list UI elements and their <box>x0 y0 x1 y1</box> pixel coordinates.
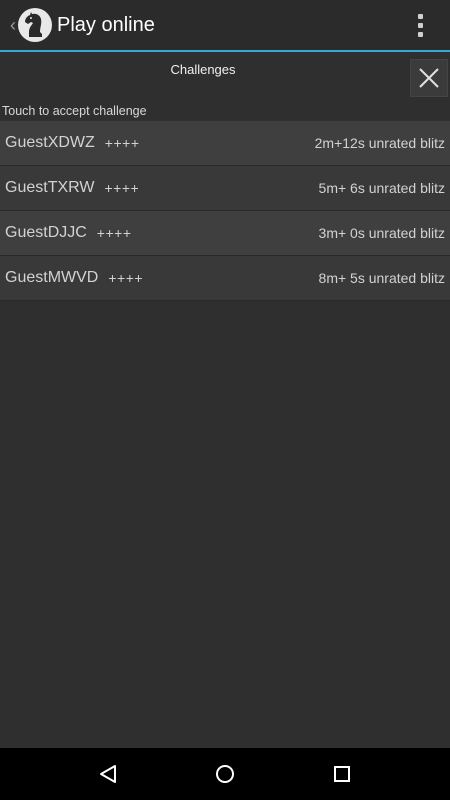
challenger-rating: ++++ <box>108 270 144 286</box>
hint-text: Touch to accept challenge <box>2 104 147 118</box>
list-item[interactable]: GuestXDWZ ++++ 2m+12s unrated blitz <box>0 121 450 166</box>
list-item[interactable]: GuestTXRW ++++ 5m+ 6s unrated blitz <box>0 166 450 211</box>
action-bar: ‹ Play online <box>0 0 450 52</box>
list-item[interactable]: GuestDJJC ++++ 3m+ 0s unrated blitz <box>0 211 450 256</box>
challenge-details: 5m+ 6s unrated blitz <box>318 180 445 196</box>
home-circle-icon[interactable] <box>205 754 245 794</box>
close-icon <box>419 68 439 88</box>
close-button[interactable] <box>410 59 448 97</box>
app-root: ‹ Play online Challenges Touch to accept… <box>0 0 450 800</box>
challenger-name: GuestDJJC <box>5 224 87 241</box>
page-title: Play online <box>57 13 155 36</box>
challenge-list: GuestXDWZ ++++ 2m+12s unrated blitz Gues… <box>0 121 450 301</box>
challenger-name: GuestTXRW <box>5 179 95 196</box>
chess-knight-icon[interactable] <box>18 8 52 42</box>
more-vert-icon[interactable] <box>400 0 440 51</box>
back-triangle-icon[interactable] <box>88 754 128 794</box>
challenger-name: GuestXDWZ <box>5 134 95 151</box>
challenge-details: 3m+ 0s unrated blitz <box>318 225 445 241</box>
challenger-rating: ++++ <box>104 135 140 151</box>
list-item[interactable]: GuestMWVD ++++ 8m+ 5s unrated blitz <box>0 256 450 301</box>
challenger-rating: ++++ <box>104 180 140 196</box>
challenge-details: 2m+12s unrated blitz <box>314 135 445 151</box>
chevron-left-icon[interactable]: ‹ <box>2 0 16 51</box>
challenger-name: GuestMWVD <box>5 269 99 286</box>
dialog-title: Challenges <box>170 62 236 77</box>
dialog-header: Challenges <box>0 54 450 98</box>
navigation-bar <box>0 748 450 800</box>
challenge-details: 8m+ 5s unrated blitz <box>318 270 445 286</box>
challenger-rating: ++++ <box>96 225 132 241</box>
recents-square-icon[interactable] <box>322 754 362 794</box>
